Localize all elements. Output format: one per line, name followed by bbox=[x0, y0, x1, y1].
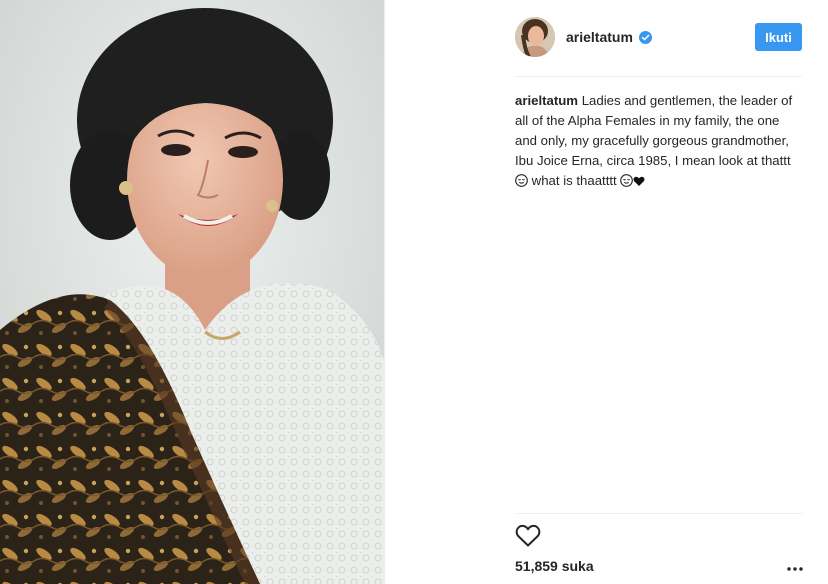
instagram-post: arieltatum Ikuti arieltatum Ladies and g… bbox=[0, 0, 828, 584]
relieved-face-emoji bbox=[620, 174, 634, 187]
follow-button[interactable]: Ikuti bbox=[755, 23, 802, 51]
header-divider bbox=[515, 76, 802, 77]
portrait-illustration bbox=[0, 0, 384, 584]
heart-outline-icon[interactable] bbox=[515, 524, 541, 548]
black-heart-emoji bbox=[633, 176, 645, 186]
post-side-panel: arieltatum Ikuti arieltatum Ladies and g… bbox=[385, 0, 828, 584]
post-caption: arieltatum Ladies and gentlemen, the lea… bbox=[515, 91, 797, 191]
verified-badge-icon bbox=[639, 31, 652, 44]
caption-text-end: what is thaatttt bbox=[531, 173, 617, 188]
post-photo[interactable] bbox=[0, 0, 384, 584]
post-header: arieltatum Ikuti bbox=[385, 0, 828, 77]
author-username[interactable]: arieltatum bbox=[566, 29, 633, 45]
ellipsis-icon[interactable] bbox=[785, 562, 805, 576]
actions-divider bbox=[515, 513, 802, 514]
relieved-face-emoji bbox=[515, 174, 528, 187]
avatar-image bbox=[515, 17, 555, 57]
avatar[interactable] bbox=[515, 17, 555, 57]
likes-count[interactable]: 51,859 suka bbox=[515, 558, 594, 574]
caption-username[interactable]: arieltatum bbox=[515, 93, 578, 108]
